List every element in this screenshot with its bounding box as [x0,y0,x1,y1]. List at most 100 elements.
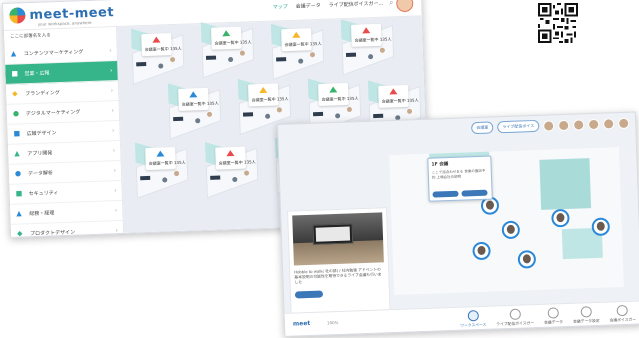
department-icon: ■ [13,129,21,138]
nav-map[interactable]: マップ [273,3,288,11]
sidebar-item-label: 総務・経理 [29,210,55,218]
department-icon: ● [12,109,20,118]
nav-label: 会議ボイスガー [609,316,637,323]
voice-icon [616,304,629,317]
room-caption: Hobble to walk( 社の部) / 社内勉強 アドベントの基本説明の可… [294,266,382,285]
bottom-logo: meet [292,319,311,328]
avatar[interactable] [602,117,615,130]
avatar[interactable] [573,118,585,131]
participant-avatar[interactable] [517,250,537,269]
participant-avatar[interactable] [551,208,570,228]
join-button[interactable] [432,190,459,198]
room-card[interactable]: 会議室一覧中 135人 [350,23,391,47]
meeting-room[interactable]: 会議室一覧中 135人 [131,142,191,199]
chevron-right-icon: › [112,147,116,155]
room-card[interactable]: 会議室一覧中 135人 [318,82,359,107]
meeting-room[interactable]: 会議室一覧中 135人 [267,23,327,81]
nav-workspace[interactable]: ワークスペース [460,310,487,329]
participant-avatar[interactable] [406,108,413,114]
popup-text: ここで話合わせまる 営業の面談予約 上場会社の説明 [431,168,486,180]
avatar[interactable] [558,119,570,131]
room-logo-icon [259,86,268,94]
room-logo-icon [152,36,161,43]
room-card[interactable]: 会議室一覧中 135人 [210,26,252,50]
room-top-bar: 会議室 ライブ配信ボイス [471,117,630,135]
chevron-right-icon: › [111,107,114,115]
live-voice-button[interactable]: ライブ配信ボイス [497,119,540,134]
chevron-right-icon: › [114,187,117,195]
qr-code [538,3,578,43]
participant-avatar[interactable] [472,241,491,261]
sidebar-item-product[interactable]: ◆ プロダクトデザイン › [10,220,124,238]
room-logo-icon [362,27,371,34]
logo-icon [9,7,26,24]
nav-live-voice[interactable]: ライブ配信ボイスガー [496,308,534,327]
chevron-right-icon: › [114,207,118,215]
chevron-right-icon: › [113,167,117,175]
sidebar: ここに部署名を入る ▲ コンテンツマーケティング › ■ 営業・広報 › ◆ ブランディン… [3,27,125,238]
chevron-right-icon: › [109,67,113,75]
detail-button[interactable] [461,189,488,197]
desk [242,112,254,117]
avatar[interactable] [617,117,630,129]
room-card[interactable]: 会議室一覧中 135人 [378,84,419,108]
room-floor[interactable] [389,147,624,296]
sidebar-item-label: アプリ開発 [27,150,53,158]
avatar[interactable] [588,118,600,130]
nav-meeting-data[interactable]: 会議データ [544,307,564,326]
room-logo-icon [292,31,301,38]
nav-meeting-data[interactable]: 会議データ [296,2,321,10]
nav-live[interactable]: ライブ配信ボイスガー... [329,0,384,9]
tv-screen [312,223,354,245]
nav-label: 会議データ [543,319,564,325]
department-icon: ▲ [16,209,22,218]
participant-avatar[interactable] [501,220,521,240]
meeting-room[interactable]: 会議室一覧中 135人 [234,78,294,136]
search-icon[interactable]: ⌕ [389,0,393,7]
sidebar-item-label: データ解析 [27,170,54,178]
department-icon: ■ [11,69,19,78]
data-icon [547,307,559,319]
department-icon: ▲ [14,149,20,158]
sidebar-item-label: 営業・広報 [24,70,50,78]
nav-meeting-voice[interactable]: 会議ボイスガー [609,304,637,324]
chevron-right-icon: › [110,87,114,95]
participant-avatar[interactable] [591,217,611,237]
room-card[interactable]: 会議室一覧中 135人 [215,146,256,170]
enter-button[interactable] [294,290,324,299]
room-card[interactable]: 会議室一覧中 135人 [145,147,186,171]
desk [210,175,221,180]
room-count: 会議室一覧中 135人 [251,96,289,103]
room-logo-icon [226,149,235,157]
user-avatar[interactable] [395,0,414,13]
department-icon: ▲ [10,49,17,58]
nav-label: 会議データ設定 [572,317,600,324]
department-icon: ◆ [12,89,18,98]
meeting-room[interactable]: 会議室一覧中 135人 [304,78,364,135]
room-logo-icon [389,88,398,95]
meeting-room[interactable]: 会議室一覧中 135人 [201,142,261,199]
room-count: 会議室一覧中 135人 [218,159,256,166]
desk [140,175,151,181]
meeting-room[interactable]: 会議室一覧中 135人 [197,22,257,79]
meeting-room[interactable]: 会議室一覧中 135人 [164,83,224,140]
room-wall [539,158,592,210]
meeting-room[interactable]: 会議室一覧中 135人 [337,19,397,76]
avatar[interactable] [543,119,555,132]
desk [136,62,147,67]
room-popup: 1F 会議 ここで話合わせまる 営業の面談予約 上場会社の説明 [427,155,493,202]
meeting-room-button[interactable]: 会議室 [471,121,494,135]
room-count: 会議室一覧中 135人 [284,40,322,48]
room-photo [292,212,384,266]
meeting-room[interactable]: 会議室一覧中 135人 [127,28,187,85]
sidebar-item-label: ブランディング [25,90,60,98]
room-card[interactable]: 会議室一覧中 135人 [141,33,182,57]
zoom-level[interactable]: 100% [327,320,339,325]
nav-label: ライブ配信ボイスガー [496,320,535,327]
chevron-right-icon: › [115,227,119,235]
nav-meeting-settings[interactable]: 会議データ設定 [573,306,600,325]
room-card[interactable]: 会議室一覧中 135人 [281,28,322,52]
workspace-icon [467,310,479,322]
room-card[interactable]: 会議室一覧中 135人 [247,83,289,107]
room-card[interactable]: 会議室一覧中 135人 [178,87,219,111]
